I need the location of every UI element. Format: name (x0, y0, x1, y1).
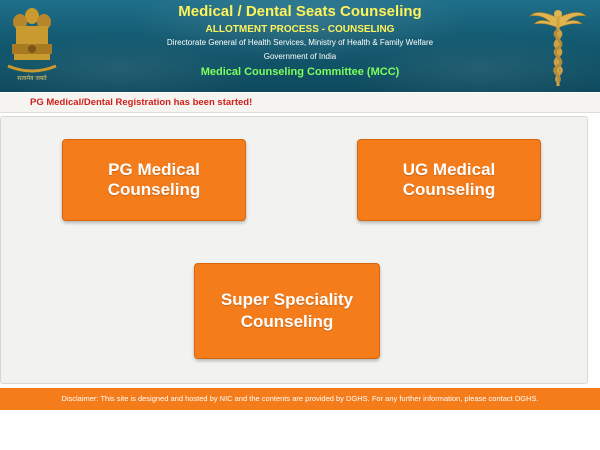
directorate-text: Directorate General of Health Services, … (166, 38, 434, 47)
caduceus-icon (529, 10, 587, 86)
site-header: सत्यमेव जयते Medical / Dental Seats Coun… (0, 0, 600, 92)
pg-medical-counseling-button[interactable]: PG Medical Counseling (62, 139, 246, 221)
site-title: Medical / Dental Seats Counseling (178, 3, 422, 20)
site-subtitle: ALLOTMENT PROCESS - COUNSELING (205, 24, 395, 35)
disclaimer-text: Disclaimer: This site is designed and ho… (61, 394, 539, 403)
government-text: Government of India (263, 52, 337, 61)
registration-notice[interactable]: PG Medical/Dental Registration has been … (30, 97, 252, 108)
notice-bar: PG Medical/Dental Registration has been … (0, 93, 600, 113)
footer-bar: Disclaimer: This site is designed and ho… (0, 388, 600, 410)
committee-text: Medical Counseling Committee (MCC) (200, 66, 400, 78)
super-speciality-label-line1: Super Speciality (220, 290, 354, 309)
super-speciality-label-line2: Counseling (240, 312, 334, 331)
ug-medical-counseling-button[interactable]: UG Medical Counseling (357, 139, 541, 221)
super-speciality-counseling-button[interactable]: Super Speciality Counseling (194, 263, 380, 359)
